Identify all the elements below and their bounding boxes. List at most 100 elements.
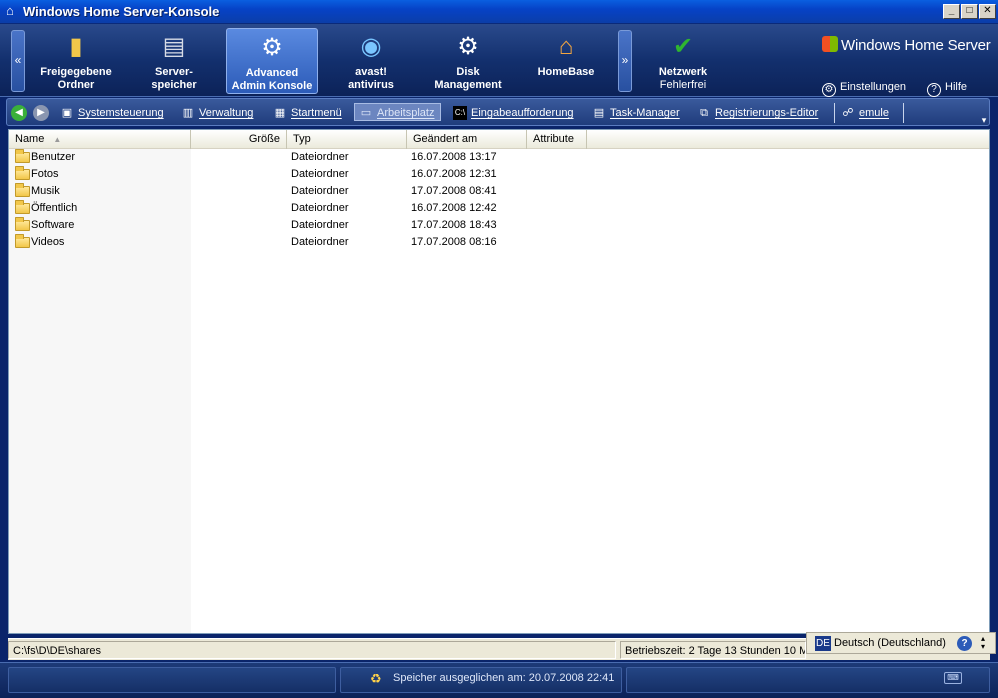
maximize-button[interactable]: □ xyxy=(961,4,978,19)
file-name: Fotos xyxy=(31,168,59,180)
quicklink-control-panel[interactable]: ▣ Systemsteuerung xyxy=(60,104,164,122)
tab-avast-antivirus[interactable]: ◉ avast! antivirus xyxy=(325,28,417,94)
column-header-attributes[interactable]: Attribute xyxy=(527,130,587,149)
file-name: Benutzer xyxy=(31,151,76,163)
quicklink-registry-editor[interactable]: ⧉ Registrierungs-Editor xyxy=(697,104,818,122)
quick-launch-bar: ◀ ▶ ▣ Systemsteuerung ▥ Verwaltung ▦ Startm… xyxy=(6,98,990,126)
tab-label: Disk xyxy=(456,66,480,78)
folder-icon xyxy=(15,183,30,197)
registry-editor-icon: ⧉ xyxy=(700,107,708,119)
my-computer-icon: ▭ xyxy=(360,107,372,119)
gear-icon: ⚙ xyxy=(457,33,479,60)
settings-gear-icon: ⚙ xyxy=(822,83,836,97)
quicklink-my-computer[interactable]: ▭ Arbeitsplatz xyxy=(354,103,442,121)
window-title: Windows Home Server-Konsole xyxy=(23,4,220,19)
tab-advanced-admin-console[interactable]: ⚙ Advanced Admin Konsole xyxy=(226,28,318,94)
help-link[interactable]: ? Hilfe xyxy=(927,81,967,97)
file-name: Öffentlich xyxy=(31,202,78,214)
quicklink-label: Task-Manager xyxy=(610,107,680,119)
back-arrow-icon[interactable]: ◀ xyxy=(11,105,27,121)
network-status-value: Fehlerfrei xyxy=(659,79,707,91)
bottom-bar-segment xyxy=(626,667,990,693)
tab-label: speicher xyxy=(151,79,197,91)
emule-icon: ☍ xyxy=(842,107,854,119)
quicklink-start-menu[interactable]: ▦ Startmenü xyxy=(273,104,342,122)
quicklink-task-manager[interactable]: ▤ Task-Manager xyxy=(592,104,680,122)
quicklink-emule[interactable]: ☍ emule xyxy=(841,104,889,122)
column-header-name[interactable]: Name ▲ xyxy=(9,130,191,149)
file-modified: 16.07.2008 12:31 xyxy=(411,168,497,180)
file-row[interactable]: Software Dateiordner 17.07.2008 18:43 xyxy=(9,217,989,234)
status-path: C:\fs\D\DE\shares xyxy=(8,641,616,659)
ribbon-scroll-right-button[interactable]: » xyxy=(618,30,632,92)
network-status[interactable]: ✔ Netzwerk Fehlerfrei xyxy=(637,28,729,94)
tab-shared-folders[interactable]: ▮ Freigegebene Ordner xyxy=(30,28,122,94)
file-modified: 17.07.2008 18:43 xyxy=(411,219,497,231)
tab-label: Freigegebene xyxy=(40,66,112,78)
language-name[interactable]: Deutsch (Deutschland) xyxy=(834,636,946,651)
column-header-modified[interactable]: Geändert am xyxy=(407,130,527,149)
quicklink-administration[interactable]: ▥ Verwaltung xyxy=(181,104,254,122)
windows-home-server-logo: Windows Home Server xyxy=(822,36,991,54)
tab-label: antivirus xyxy=(348,79,394,91)
admin-console-icon: ⚙ xyxy=(261,34,283,61)
keyboard-icon[interactable]: ⌨ xyxy=(944,672,962,684)
folder-icon xyxy=(15,200,30,214)
file-row[interactable]: Videos Dateiordner 17.07.2008 08:16 xyxy=(9,234,989,251)
quickbar-divider xyxy=(834,103,835,123)
file-modified: 17.07.2008 08:41 xyxy=(411,185,497,197)
close-button[interactable]: ✕ xyxy=(979,4,996,19)
home-server-icon: ⌂ xyxy=(6,3,14,18)
quicklink-label: Arbeitsplatz xyxy=(377,107,435,119)
file-name: Software xyxy=(31,219,75,231)
column-header-size[interactable]: Größe xyxy=(191,130,287,149)
windows-flag-icon xyxy=(822,36,838,52)
folder-icon xyxy=(15,149,30,163)
avast-icon: ◉ xyxy=(360,33,382,60)
ribbon-scroll-left-button[interactable]: « xyxy=(11,30,25,92)
language-code[interactable]: DE xyxy=(815,636,831,651)
shared-folders-icon: ▮ xyxy=(69,33,83,60)
folder-icon xyxy=(15,234,30,248)
quicklink-label: Registrierungs-Editor xyxy=(715,107,819,119)
storage-balanced-message: Speicher ausgeglichen am: 20.07.2008 22:… xyxy=(393,672,615,684)
admin-tools-icon: ▥ xyxy=(182,107,194,119)
quickbar-divider xyxy=(903,103,904,123)
file-name: Musik xyxy=(31,185,60,197)
settings-link[interactable]: ⚙ Einstellungen xyxy=(822,81,906,97)
command-prompt-icon: C:\ xyxy=(453,106,467,120)
minimize-button[interactable]: _ xyxy=(943,4,960,19)
quicklink-label: Eingabeaufforderung xyxy=(471,107,574,119)
network-status-label: Netzwerk xyxy=(658,66,708,78)
tab-label: Admin Konsole xyxy=(231,80,313,92)
language-bar-options-icon[interactable]: ▴ ▾ xyxy=(981,635,985,651)
language-help-icon[interactable]: ? xyxy=(957,636,972,651)
file-modified: 16.07.2008 12:42 xyxy=(411,202,497,214)
quicklink-command-prompt[interactable]: C:\ Eingabeaufforderung xyxy=(453,104,574,122)
tab-disk-management[interactable]: ⚙ Disk Management xyxy=(422,28,514,94)
quickbar-overflow-icon[interactable]: ▾ xyxy=(979,115,989,125)
file-row[interactable]: Benutzer Dateiordner 16.07.2008 13:17 xyxy=(9,149,989,166)
file-row[interactable]: Musik Dateiordner 17.07.2008 08:41 xyxy=(9,183,989,200)
language-bar[interactable]: DE Deutsch (Deutschland) ? ▴ ▾ xyxy=(806,632,996,654)
file-type: Dateiordner xyxy=(291,236,349,248)
column-header-row: Name ▲ Größe Typ Geändert am Attribute xyxy=(9,130,989,149)
column-header-type[interactable]: Typ xyxy=(287,130,407,149)
tab-homebase[interactable]: ⌂ HomeBase xyxy=(520,28,612,94)
tab-label: avast! xyxy=(355,66,387,78)
column-header-label: Name xyxy=(15,133,45,145)
file-type: Dateiordner xyxy=(291,151,349,163)
quicklink-label: emule xyxy=(859,107,889,119)
file-list-pane: Name ▲ Größe Typ Geändert am Attribute B… xyxy=(8,129,990,634)
task-manager-icon: ▤ xyxy=(593,107,605,119)
file-type: Dateiordner xyxy=(291,202,349,214)
tab-label: Ordner xyxy=(57,79,95,91)
file-row[interactable]: Öffentlich Dateiordner 16.07.2008 12:42 xyxy=(9,200,989,217)
storage-balanced-icon: ♻ xyxy=(370,671,382,686)
tab-server-storage[interactable]: ▤ Server- speicher xyxy=(128,28,220,94)
sort-ascending-icon: ▲ xyxy=(53,135,62,144)
folder-icon xyxy=(15,166,30,180)
file-row[interactable]: Fotos Dateiordner 16.07.2008 12:31 xyxy=(9,166,989,183)
forward-arrow-icon[interactable]: ▶ xyxy=(33,105,49,121)
start-menu-icon: ▦ xyxy=(274,107,286,119)
